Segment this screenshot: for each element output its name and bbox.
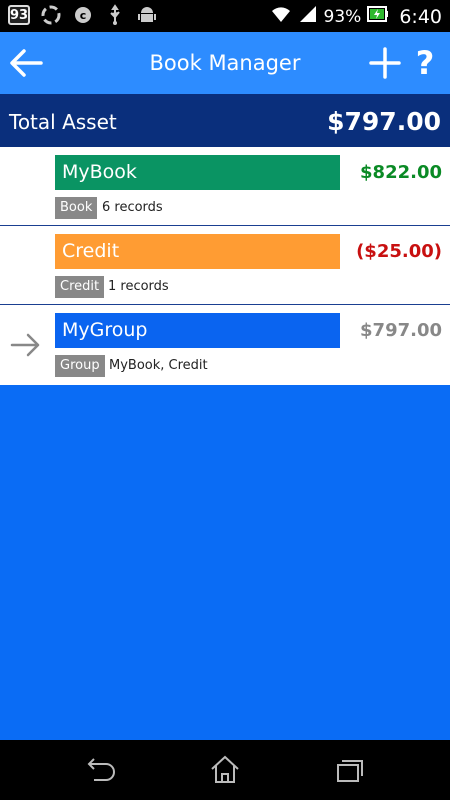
record-detail: MyBook, Credit — [109, 358, 208, 373]
clock: 6:40 — [399, 5, 442, 28]
status-right-icons: 93% 6:40 — [270, 4, 442, 29]
status-left-icons: 93 c — [8, 4, 158, 26]
total-asset-value: $797.00 — [327, 107, 441, 136]
total-asset-bar: Total Asset $797.00 — [0, 94, 450, 147]
book-name-bar: MyGroup — [55, 313, 340, 348]
book-amount: ($25.00) — [356, 241, 442, 262]
sync-icon — [40, 4, 62, 26]
status-bar: 93 c 93% 6:40 — [0, 0, 450, 32]
plus-icon[interactable] — [368, 46, 402, 80]
notification-count-badge: 93 — [8, 5, 30, 25]
book-amount: $822.00 — [360, 162, 442, 183]
total-asset-label: Total Asset — [9, 110, 117, 134]
back-nav-icon[interactable] — [82, 754, 118, 786]
type-tag: Group — [55, 355, 105, 377]
book-name-bar: Credit — [55, 234, 340, 269]
c-icon: c — [72, 4, 94, 26]
navigation-bar — [0, 740, 450, 800]
battery-percent: 93% — [323, 6, 362, 27]
type-tag: Credit — [55, 276, 105, 298]
android-icon — [136, 4, 158, 26]
type-tag: Book — [55, 197, 98, 219]
record-detail: 6 records — [102, 200, 163, 215]
action-bar: Book Manager ? — [0, 32, 450, 94]
book-list: MyBook $822.00 Book 6 records Credit ($2… — [0, 147, 450, 385]
record-detail: 1 records — [108, 279, 169, 294]
list-item[interactable]: Credit ($25.00) Credit 1 records — [0, 226, 450, 305]
arrow-right-icon — [10, 331, 42, 359]
signal-icon — [298, 4, 318, 29]
usb-icon — [104, 4, 126, 26]
wifi-icon — [270, 4, 292, 29]
recent-apps-nav-icon[interactable] — [332, 754, 368, 786]
help-button[interactable]: ? — [412, 44, 438, 82]
list-item[interactable]: MyGroup $797.00 Group MyBook, Credit — [0, 305, 450, 385]
book-amount: $797.00 — [360, 320, 442, 341]
book-name-bar: MyBook — [55, 155, 340, 190]
list-item[interactable]: MyBook $822.00 Book 6 records — [0, 147, 450, 226]
svg-text:c: c — [80, 9, 87, 22]
battery-charging-icon — [367, 4, 389, 29]
home-nav-icon[interactable] — [207, 754, 243, 786]
